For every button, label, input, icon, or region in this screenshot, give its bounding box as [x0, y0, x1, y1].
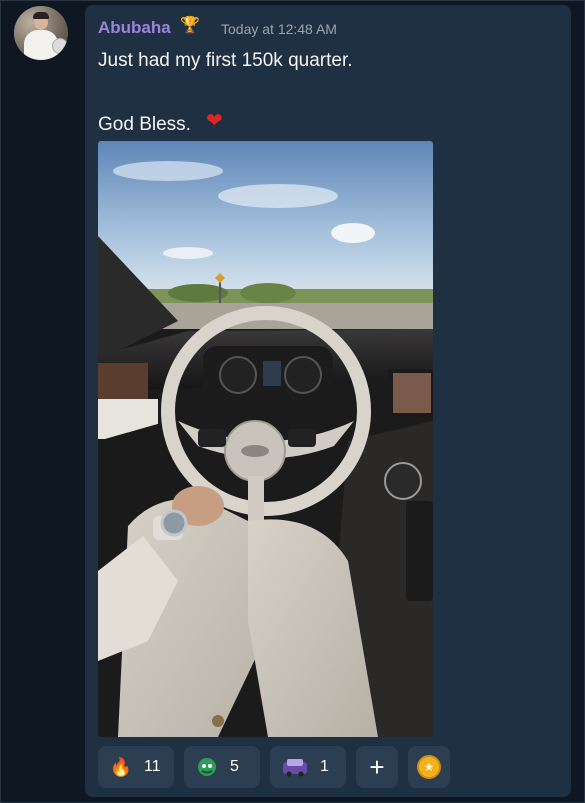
reaction-count: 1 — [320, 758, 329, 775]
author-name[interactable]: Abubaha — [98, 18, 171, 38]
fire-icon: 🔥 — [109, 756, 133, 777]
reaction-purple-car[interactable]: 1 — [270, 746, 346, 788]
reaction-green-mask[interactable]: 5 — [184, 746, 260, 788]
attached-photo[interactable] — [98, 141, 433, 737]
heart-emoji: ❤ — [206, 110, 223, 132]
plus-icon: + — [369, 752, 385, 782]
car-interior-photo — [98, 141, 433, 737]
purple-car-icon — [282, 756, 308, 778]
green-mask-icon — [196, 756, 218, 778]
message-text-line1: Just had my first 150k quarter. — [98, 50, 353, 71]
reaction-count: 11 — [144, 758, 161, 775]
reaction-fire[interactable]: 🔥 11 — [98, 746, 174, 788]
gold-coin-icon: ★ — [417, 755, 441, 779]
reactions-bar: 🔥 11 5 1 + ★ — [98, 746, 450, 788]
reaction-count: 5 — [230, 758, 239, 775]
coin-button[interactable]: ★ — [408, 746, 450, 788]
add-reaction-button[interactable]: + — [356, 746, 398, 788]
user-avatar[interactable] — [14, 6, 68, 60]
message-text-line2: God Bless. — [98, 114, 191, 135]
message-timestamp: Today at 12:48 AM — [221, 21, 337, 37]
trophy-icon: 🏆 — [180, 17, 200, 34]
